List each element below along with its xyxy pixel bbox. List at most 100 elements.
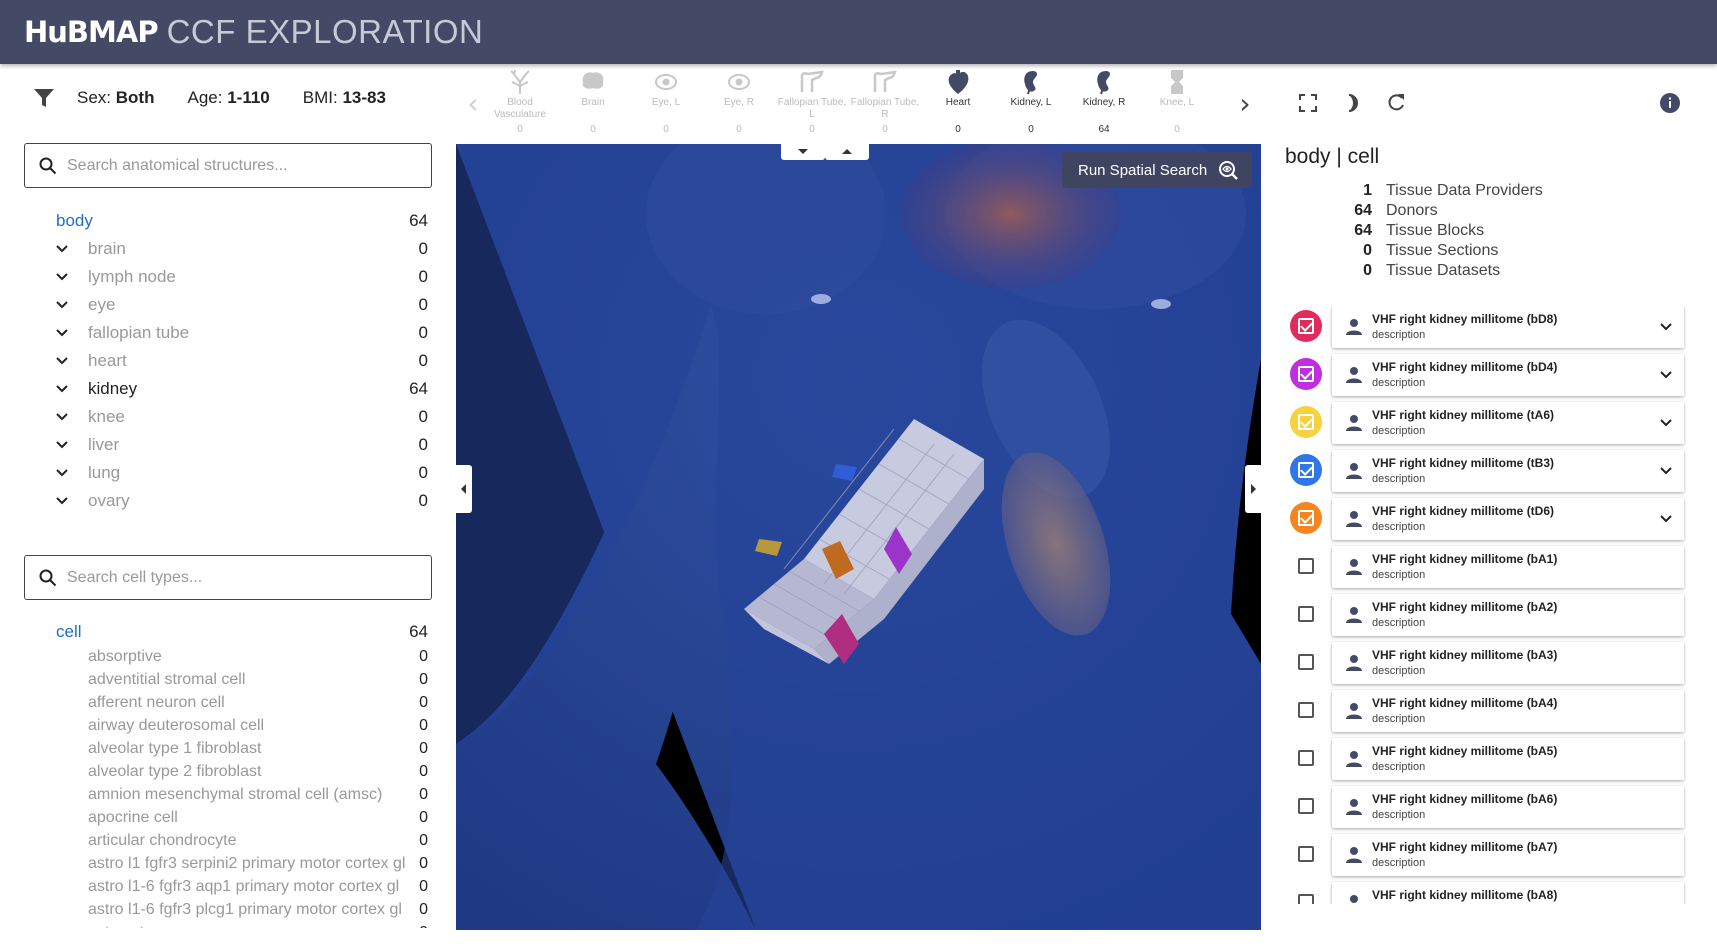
chevron-down-icon[interactable] [1658,415,1674,431]
result-checkbox[interactable] [1290,406,1322,438]
cell-type-item[interactable]: afferent neuron cell 0 [24,691,434,714]
cell-type-item[interactable]: absorptive 0 [24,645,434,668]
cell-root-item[interactable]: cell 64 [24,618,434,646]
result-checkbox[interactable] [1290,502,1322,534]
expand-top-handle[interactable] [825,144,869,160]
result-checkbox[interactable] [1290,646,1322,678]
result-card[interactable]: VHF right kidney millitome (bA5) descript… [1332,738,1684,780]
organ-item[interactable]: Fallopian Tube, L 0 [776,66,848,135]
reset-icon[interactable] [1385,92,1407,114]
cell-search-input[interactable] [67,568,427,587]
carousel-prev-button[interactable]: ‹ [462,90,484,118]
cell-type-item[interactable]: amnion mesenchymal stromal cell (amsc) 0 [24,783,434,806]
result-checkbox[interactable] [1290,790,1322,822]
anatomy-tree-item[interactable]: lymph node 0 [24,263,434,291]
chevron-down-icon[interactable] [54,269,70,285]
cell-type-item[interactable]: astro l1-6 fgfr3 plcg1 primary motor cor… [24,898,434,921]
anatomy-tree-item[interactable]: fallopian tube 0 [24,319,434,347]
anatomy-tree-item[interactable]: eye 0 [24,291,434,319]
result-checkbox[interactable] [1290,358,1322,390]
carousel-next-button[interactable]: › [1234,90,1256,118]
theme-toggle-icon[interactable] [1341,92,1363,114]
result-checkbox[interactable] [1290,454,1322,486]
anatomy-tree-item[interactable]: ovary 0 [24,487,434,515]
anatomy-tree-item[interactable]: brain 0 [24,235,434,263]
result-checkbox[interactable] [1290,694,1322,726]
chevron-down-icon[interactable] [54,241,70,257]
age-filter[interactable]: Age: 1-110 [187,88,269,108]
hubmap-logo[interactable]: HuBMAP [24,15,159,49]
result-card[interactable]: VHF right kidney millitome (bA8)descript… [1332,882,1684,904]
anatomy-tree-item[interactable]: kidney 64 [24,375,434,403]
result-card[interactable]: VHF right kidney millitome (tB3) descript… [1332,450,1684,492]
result-checkbox[interactable] [1290,742,1322,774]
organ-item[interactable]: Kidney, R 64 [1068,66,1140,135]
results-list[interactable]: VHF right kidney millitome (bD8) descript… [1290,306,1686,904]
result-card[interactable]: VHF right kidney millitome (bA2) descript… [1332,594,1684,636]
anatomy-search-input[interactable] [67,156,427,175]
result-card[interactable]: VHF right kidney millitome (bA6) descript… [1332,786,1684,828]
cell-type-item[interactable]: astro l1 fgfr3 serpini2 primary motor co… [24,852,434,875]
sex-filter[interactable]: Sex: Both [77,88,154,108]
chevron-down-icon[interactable] [54,437,70,453]
chevron-down-icon[interactable] [54,381,70,397]
anatomy-root-item[interactable]: body 64 [24,207,434,235]
cell-type-item[interactable]: adventitial stromal cell 0 [24,668,434,691]
cell-type-item[interactable]: articular chondrocyte 0 [24,829,434,852]
cell-type-item[interactable]: astro l1-6 fgfr3 aqp1 primary motor cort… [24,875,434,898]
chevron-down-icon[interactable] [1658,463,1674,479]
organ-item[interactable]: Eye, R 0 [703,66,775,135]
result-card[interactable]: VHF right kidney millitome (tA6) descript… [1332,402,1684,444]
fullscreen-icon[interactable] [1297,92,1319,114]
cell-type-item[interactable]: alveolar type 1 fibroblast 0 [24,737,434,760]
cell-type-item[interactable]: alveolar type 2 fibroblast 0 [24,760,434,783]
organ-item[interactable]: Eye, L 0 [630,66,702,135]
cell-type-item[interactable]: apocrine cell 0 [24,806,434,829]
result-card[interactable]: VHF right kidney millitome (tD6) descript… [1332,498,1684,540]
tree-item-label: ovary [88,491,130,510]
result-checkbox[interactable] [1290,598,1322,630]
result-checkbox[interactable] [1290,886,1322,904]
anatomy-tree-item[interactable]: knee 0 [24,403,434,431]
result-card[interactable]: VHF right kidney millitome (bD4) descript… [1332,354,1684,396]
chevron-down-icon[interactable] [54,409,70,425]
age-value: 1-110 [227,88,270,107]
result-checkbox[interactable] [1290,838,1322,870]
organ-item[interactable]: Knee, L 0 [1141,66,1213,135]
chevron-down-icon[interactable] [1658,511,1674,527]
filter-icon[interactable] [33,88,55,108]
result-card[interactable]: VHF right kidney millitome (bA1) descript… [1332,546,1684,588]
anatomy-tree-item[interactable]: lung 0 [24,459,434,487]
organ-item[interactable]: Brain 0 [557,66,629,135]
cell-type-item[interactable]: astrocyte0 [24,921,434,929]
run-spatial-search-button[interactable]: Run Spatial Search [1062,152,1252,188]
result-checkbox[interactable] [1290,550,1322,582]
chevron-down-icon[interactable] [1658,319,1674,335]
chevron-down-icon[interactable] [54,465,70,481]
collapse-left-handle[interactable] [456,465,472,513]
cell-type-item[interactable]: airway deuterosomal cell 0 [24,714,434,737]
cell-type-count: 0 [419,831,428,849]
organ-item[interactable]: Fallopian Tube, R 0 [849,66,921,135]
result-card[interactable]: VHF right kidney millitome (bA4) descript… [1332,690,1684,732]
result-card[interactable]: VHF right kidney millitome (bD8) descript… [1332,306,1684,348]
collapse-right-handle[interactable] [1245,465,1261,513]
chevron-down-icon[interactable] [54,353,70,369]
chevron-down-icon[interactable] [54,493,70,509]
chevron-down-icon[interactable] [54,297,70,313]
chevron-down-icon[interactable] [54,325,70,341]
anatomy-tree-item[interactable]: liver 0 [24,431,434,459]
result-card[interactable]: VHF right kidney millitome (bA3) descript… [1332,642,1684,684]
info-icon[interactable] [1659,92,1681,114]
result-checkbox[interactable] [1290,310,1322,342]
chevron-down-icon[interactable] [1658,367,1674,383]
result-card[interactable]: VHF right kidney millitome (bA7) descript… [1332,834,1684,876]
organ-item[interactable]: Blood Vasculature 0 [484,66,556,135]
bmi-filter[interactable]: BMI: 13-83 [303,88,386,108]
cell-type-list[interactable]: absorptive 0 adventitial stromal cell 0 affe… [24,645,434,929]
anatomy-tree-item[interactable]: heart 0 [24,347,434,375]
3d-viewport[interactable]: Run Spatial Search [456,144,1261,930]
organ-item[interactable]: Kidney, L 0 [995,66,1067,135]
organ-item[interactable]: Heart 0 [922,66,994,135]
collapse-top-handle[interactable] [781,144,825,160]
